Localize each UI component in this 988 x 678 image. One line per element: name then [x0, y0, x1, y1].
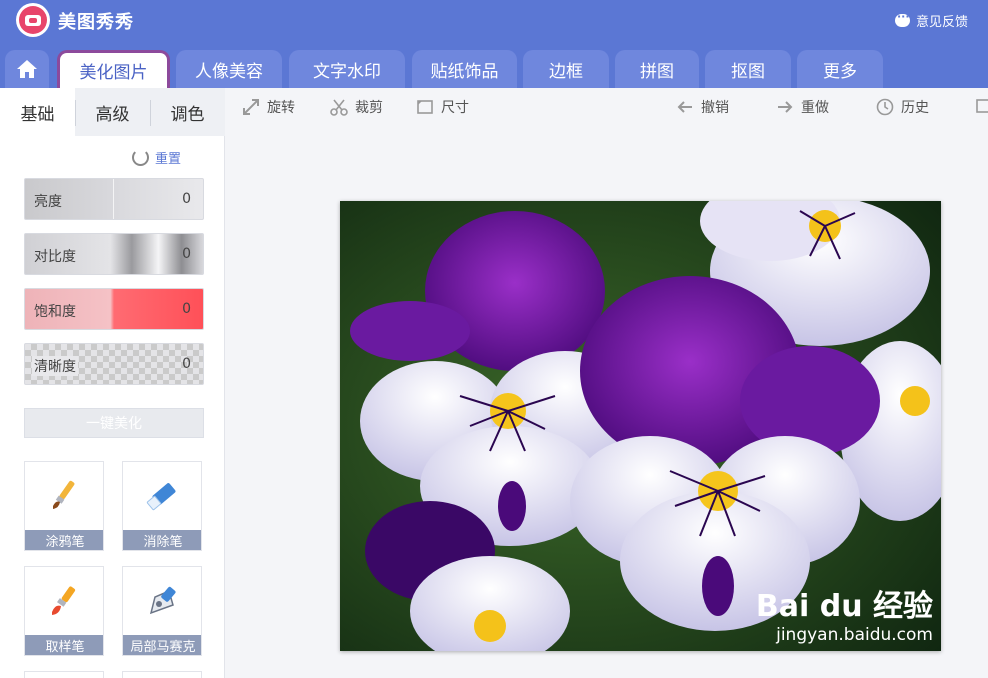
subtab-color[interactable]: 调色 — [150, 88, 225, 136]
rotate-icon — [243, 99, 259, 115]
tab-more[interactable]: 更多 — [797, 50, 883, 88]
saturation-slider[interactable]: 饱和度 0 — [24, 288, 204, 330]
sampling-brush-tool[interactable]: 取样笔 — [24, 566, 104, 656]
redo-label: 重做 — [801, 100, 829, 116]
watermark-url: jingyan.baidu.com — [776, 625, 933, 645]
doodle-brush-tool[interactable]: 涂鸦笔 — [24, 461, 104, 551]
undo-label: 撤销 — [701, 100, 729, 116]
image-icon — [976, 99, 988, 113]
clock-icon — [876, 98, 894, 116]
local-mosaic-label: 局部马赛克 — [123, 635, 201, 655]
sampling-brush-icon — [52, 586, 76, 615]
reset-label: 重置 — [155, 152, 182, 167]
watermark-brand: Bai du 经验 — [755, 589, 933, 624]
redo-button[interactable]: 重做 — [776, 97, 829, 117]
subtab-advanced[interactable]: 高级 — [75, 88, 150, 136]
sharpness-value: 0 — [182, 356, 191, 372]
watermark: Bai du 经验 jingyan.baidu.com — [756, 581, 933, 645]
history-label: 历史 — [901, 100, 929, 116]
saturation-value: 0 — [182, 301, 191, 317]
brightness-label: 亮度 — [34, 194, 62, 210]
brightness-slider[interactable]: 亮度 0 — [24, 178, 204, 220]
more-tool-1[interactable] — [24, 671, 104, 678]
saturation-label: 饱和度 — [34, 304, 76, 320]
edit-toolbar: 旋转 裁剪 尺寸 撤销 重做 历史 — [226, 88, 988, 128]
rotate-label: 旋转 — [267, 100, 295, 116]
reset-button[interactable]: 重置 — [132, 148, 181, 167]
tab-home[interactable] — [5, 50, 49, 88]
contrast-slider[interactable]: 对比度 0 — [24, 233, 204, 275]
more-tool-2[interactable] — [122, 671, 202, 678]
feedback-button[interactable]: 意见反馈 — [894, 10, 968, 30]
sharpness-label: 清晰度 — [32, 356, 78, 376]
chat-bubble-icon — [894, 10, 910, 27]
home-icon — [17, 60, 37, 78]
contrast-value: 0 — [182, 246, 191, 262]
tab-border[interactable]: 边框 — [523, 50, 609, 88]
adjust-subtabs: 基础 高级 调色 — [0, 88, 225, 136]
crop-button[interactable]: 裁剪 — [330, 97, 383, 117]
tab-portrait[interactable]: 人像美容 — [176, 50, 282, 88]
brush-icon — [53, 480, 75, 509]
local-mosaic-tool[interactable]: 局部马赛克 — [122, 566, 202, 656]
subtab-basic[interactable]: 基础 — [0, 88, 75, 136]
tab-cutout[interactable]: 抠图 — [705, 50, 791, 88]
undo-button[interactable]: 撤销 — [676, 97, 729, 117]
app-header: 美图秀秀 意见反馈 美化图片 人像美容 文字水印 贴纸饰品 边框 拼图 抠图 更… — [0, 0, 988, 88]
app-title: 美图秀秀 — [58, 12, 134, 33]
crop-label: 裁剪 — [355, 100, 383, 116]
sharpness-slider[interactable]: 清晰度 0 — [24, 343, 204, 385]
eraser-icon — [146, 483, 176, 511]
contrast-label: 对比度 — [34, 249, 76, 265]
adjust-panel: 基础 高级 调色 重置 亮度 0 对比度 0 饱和度 0 清晰度 0 一键美化 … — [0, 88, 225, 678]
photo-canvas[interactable]: Bai du 经验 jingyan.baidu.com — [340, 201, 941, 651]
arrow-right-icon — [778, 101, 793, 113]
eraser-tool[interactable]: 消除笔 — [122, 461, 202, 551]
rotate-button[interactable]: 旋转 — [242, 97, 295, 117]
resize-icon — [417, 100, 433, 114]
reset-icon — [132, 149, 149, 166]
mosaic-pen-icon — [149, 586, 176, 615]
sampling-brush-label: 取样笔 — [25, 635, 103, 655]
tab-text-watermark[interactable]: 文字水印 — [289, 50, 405, 88]
arrow-left-icon — [677, 101, 692, 113]
doodle-brush-label: 涂鸦笔 — [25, 530, 103, 550]
size-label: 尺寸 — [441, 100, 469, 116]
tab-collage[interactable]: 拼图 — [615, 50, 699, 88]
size-button[interactable]: 尺寸 — [416, 97, 469, 117]
brightness-value: 0 — [182, 191, 191, 207]
tab-stickers[interactable]: 贴纸饰品 — [412, 50, 517, 88]
image-info-button[interactable] — [976, 97, 988, 115]
main-tabs: 美化图片 人像美容 文字水印 贴纸饰品 边框 拼图 抠图 更多 — [0, 50, 988, 88]
feedback-label: 意见反馈 — [915, 15, 968, 30]
tab-beautify-photo[interactable]: 美化图片 — [57, 50, 170, 88]
history-button[interactable]: 历史 — [876, 97, 929, 117]
app-logo — [16, 3, 50, 37]
one-key-beautify-button[interactable]: 一键美化 — [24, 408, 204, 438]
scissors-icon — [330, 99, 348, 116]
eraser-label: 消除笔 — [123, 530, 201, 550]
